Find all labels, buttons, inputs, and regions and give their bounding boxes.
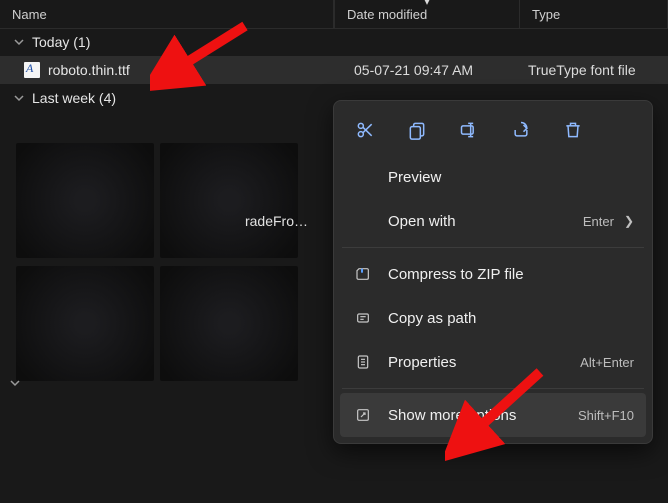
trash-icon bbox=[563, 120, 583, 140]
copy-icon bbox=[407, 120, 427, 140]
zip-icon bbox=[352, 266, 374, 282]
file-type-text: TrueType font file bbox=[528, 62, 636, 78]
scissors-icon bbox=[355, 120, 375, 140]
list-item[interactable] bbox=[160, 143, 298, 258]
menu-separator bbox=[342, 247, 644, 248]
menu-item-label: Compress to ZIP file bbox=[388, 266, 524, 283]
context-menu-iconbar bbox=[340, 107, 646, 155]
menu-item-label: Open with bbox=[388, 213, 456, 230]
group-lastweek-label: Last week (4) bbox=[32, 90, 116, 106]
menu-item-label: Copy as path bbox=[388, 310, 476, 327]
menu-item-label: Show more options bbox=[388, 407, 516, 424]
file-type-cell: TrueType font file bbox=[520, 62, 668, 78]
chevron-down-icon bbox=[14, 93, 28, 103]
menu-item-shortcut: Enter bbox=[583, 214, 614, 229]
column-header-row: Name ▾ Date modified Type bbox=[0, 0, 668, 29]
delete-button[interactable] bbox=[558, 115, 588, 145]
menu-item-properties[interactable]: Properties Alt+Enter bbox=[340, 340, 646, 384]
column-header-type[interactable]: Type bbox=[520, 0, 668, 28]
file-date-text: 05-07-21 09:47 AM bbox=[354, 62, 473, 78]
file-name-text: roboto.thin.ttf bbox=[48, 62, 130, 78]
file-row-selected[interactable]: roboto.thin.ttf 05-07-21 09:47 AM TrueTy… bbox=[0, 56, 668, 84]
group-today[interactable]: Today (1) bbox=[0, 28, 668, 56]
column-header-type-label: Type bbox=[532, 7, 560, 22]
show-more-icon bbox=[352, 407, 374, 423]
thumbnail-area bbox=[16, 143, 308, 383]
sort-indicator-icon: ▾ bbox=[424, 0, 429, 8]
copy-button[interactable] bbox=[402, 115, 432, 145]
share-button[interactable] bbox=[506, 115, 536, 145]
menu-item-show-more[interactable]: Show more options Shift+F10 bbox=[340, 393, 646, 437]
menu-item-shortcut: Shift+F10 bbox=[578, 408, 634, 423]
rename-button[interactable] bbox=[454, 115, 484, 145]
chevron-down-icon[interactable] bbox=[10, 378, 20, 388]
group-today-label: Today (1) bbox=[32, 34, 90, 50]
context-menu: Preview Open with Enter ❯ Compress to ZI… bbox=[333, 100, 653, 444]
chevron-down-icon bbox=[14, 37, 28, 47]
list-item[interactable] bbox=[16, 143, 154, 258]
menu-item-label: Properties bbox=[388, 354, 456, 371]
column-header-date[interactable]: ▾ Date modified bbox=[334, 0, 520, 28]
rename-icon bbox=[459, 120, 479, 140]
menu-item-compress[interactable]: Compress to ZIP file bbox=[340, 252, 646, 296]
font-file-icon bbox=[24, 62, 40, 78]
cut-button[interactable] bbox=[350, 115, 380, 145]
file-name-cell: roboto.thin.ttf bbox=[0, 62, 334, 78]
column-header-name[interactable]: Name bbox=[0, 0, 334, 28]
menu-separator bbox=[342, 388, 644, 389]
column-header-date-label: Date modified bbox=[347, 7, 427, 22]
list-item[interactable] bbox=[160, 266, 298, 381]
menu-item-preview[interactable]: Preview bbox=[340, 155, 646, 199]
menu-item-open-with[interactable]: Open with Enter ❯ bbox=[340, 199, 646, 243]
share-icon bbox=[511, 120, 531, 140]
chevron-right-icon: ❯ bbox=[624, 214, 634, 228]
properties-icon bbox=[352, 354, 374, 370]
list-item[interactable] bbox=[16, 266, 154, 381]
copy-path-icon bbox=[352, 310, 374, 326]
menu-item-label: Preview bbox=[388, 169, 441, 186]
menu-item-shortcut: Alt+Enter bbox=[580, 355, 634, 370]
file-date-cell: 05-07-21 09:47 AM bbox=[334, 62, 520, 78]
column-header-name-label: Name bbox=[12, 7, 47, 22]
menu-item-copy-path[interactable]: Copy as path bbox=[340, 296, 646, 340]
